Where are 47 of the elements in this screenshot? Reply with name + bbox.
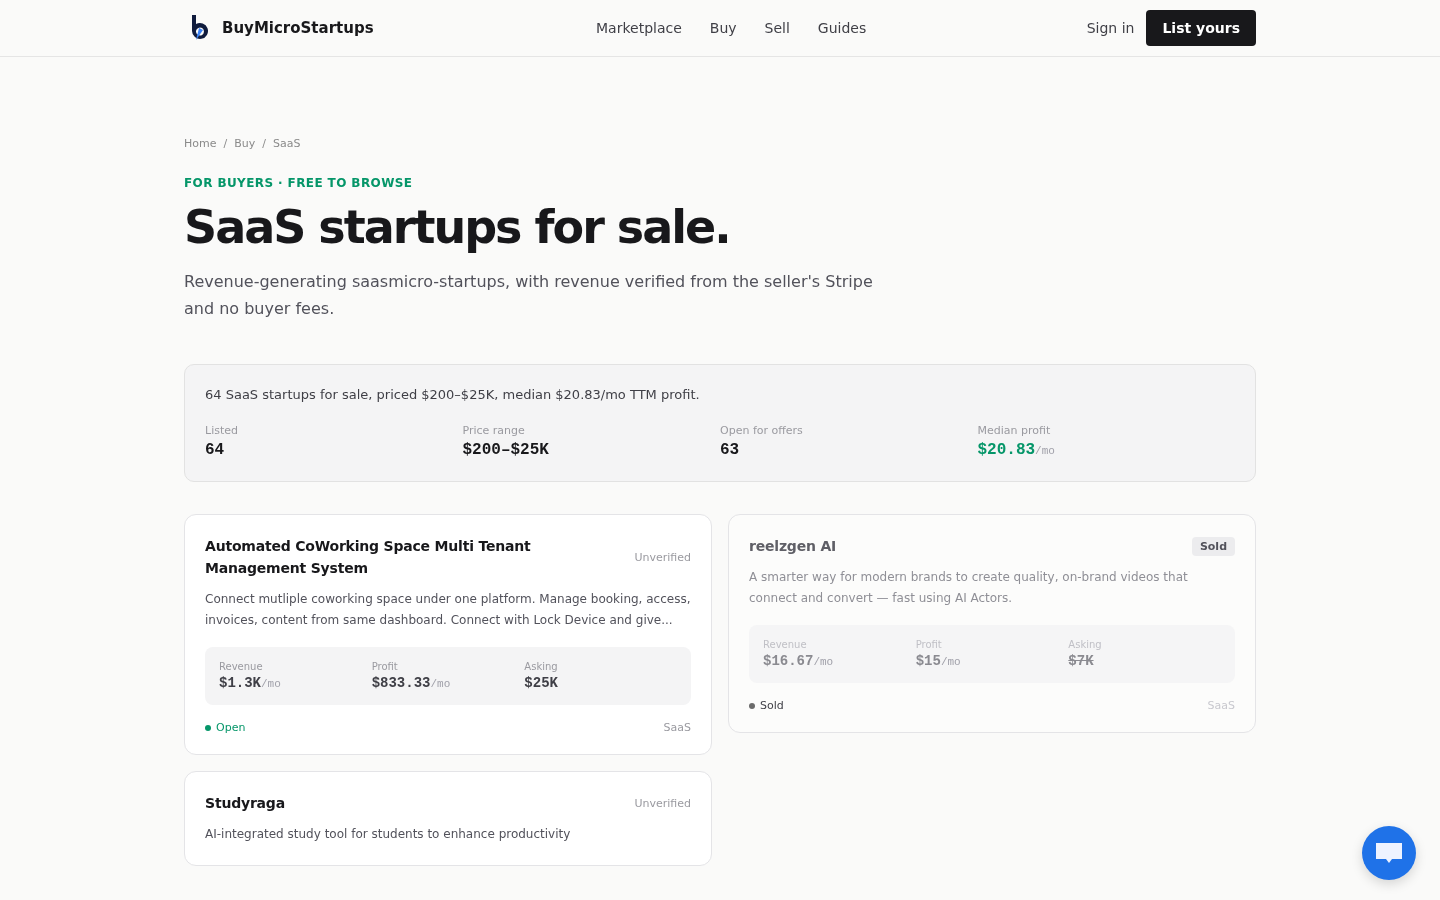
verification-label: Unverified: [634, 796, 691, 810]
list-yours-button[interactable]: List yours: [1146, 10, 1256, 46]
metric-value: $833.33/mo: [371, 675, 452, 691]
breadcrumb-separator: /: [223, 137, 228, 150]
stat-label: Listed: [205, 424, 239, 437]
metric-value: $16.67/mo: [763, 653, 835, 669]
brand-name[interactable]: BuyMicroStartups: [222, 19, 374, 37]
listing-title: reelzgen AI: [749, 537, 837, 556]
stat-label: Price range: [462, 424, 526, 437]
listing-card[interactable]: [184, 514, 712, 755]
metric-value: $25K: [524, 675, 559, 691]
status-text: Sold: [760, 699, 784, 712]
metric-value: $1.3K/mo: [219, 675, 282, 691]
listing-title: Automated CoWorking Space Multi Tenant Management System: [205, 537, 532, 578]
metric-label: Asking: [524, 661, 559, 672]
nav-link[interactable]: Guides: [817, 20, 867, 36]
verification-label: Unverified: [634, 550, 691, 564]
category-label: SaaS: [663, 721, 691, 734]
listing-description: Connect mutliple coworking space under one platform. Manage booking, access, invoices, content from same dashboard. Connect with Lock Device and give...: [205, 591, 691, 629]
metric-value: $15/mo: [915, 653, 962, 669]
stat-value: $20.83/mo: [977, 441, 1056, 459]
breadcrumb-link[interactable]: SaaS: [272, 137, 301, 150]
eyebrow-text: FOR BUYERS · FREE TO BROWSE: [184, 176, 414, 190]
stat-label: Open for offers: [720, 424, 804, 437]
sign-in-link[interactable]: Sign in: [1086, 20, 1135, 36]
summary-text: 64 SaaS startups for sale, priced $200–$25K, median $20.83/mo TTM profit.: [205, 387, 701, 402]
nav-link[interactable]: Sell: [764, 20, 790, 36]
listing-card[interactable]: Studyraga Unverified AI-integrated study tool for students to enhance productivity: [184, 771, 712, 866]
metric-value: $7K: [1068, 653, 1095, 669]
stat-value: 64: [205, 441, 226, 459]
sold-badge: Sold: [1191, 536, 1235, 556]
stat-label: Median profit: [977, 424, 1052, 437]
page-subtitle: Revenue-generating saasmicro-startups, with revenue verified from the seller's Stripe and no buyer fees.: [184, 271, 874, 320]
stat-value: $200–$25K: [462, 441, 550, 459]
breadcrumb-separator: /: [262, 137, 266, 150]
listing-title: Studyraga: [205, 794, 285, 813]
stat-value: 63: [720, 441, 741, 459]
chat-button[interactable]: [1362, 826, 1416, 880]
nav-link[interactable]: Marketplace: [596, 20, 682, 36]
page-title: SaaS startups for sale.: [184, 200, 731, 254]
listing-description: AI-integrated study tool for students to enhance productivity: [205, 826, 572, 843]
metric-label: Revenue: [219, 661, 264, 672]
metric-label: Profit: [371, 661, 399, 672]
logo-icon: [190, 14, 210, 42]
listing-description: A smarter way for modern brands to create quality, on-brand videos that connect and convert — fast using AI Actors.: [749, 569, 1189, 607]
nav-link[interactable]: Buy: [709, 20, 737, 36]
status-text: Open: [216, 721, 246, 734]
